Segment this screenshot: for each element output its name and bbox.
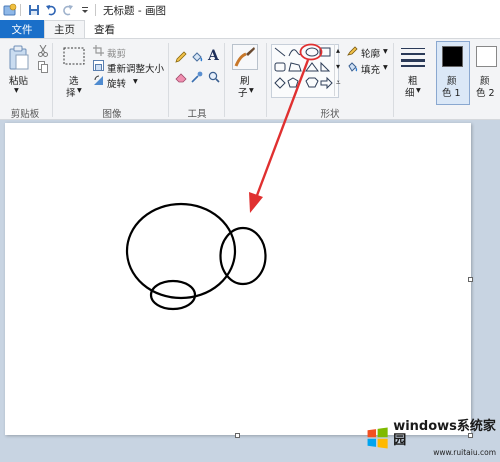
watermark-url: www.ruitaiu.com xyxy=(433,447,496,457)
watermark-brand: windows系统家园 xyxy=(393,418,496,448)
windows-logo-icon xyxy=(367,427,388,449)
annotation-arrow xyxy=(249,59,310,213)
watermark: windows系统家园 www.ruitaiu.com xyxy=(366,418,496,457)
